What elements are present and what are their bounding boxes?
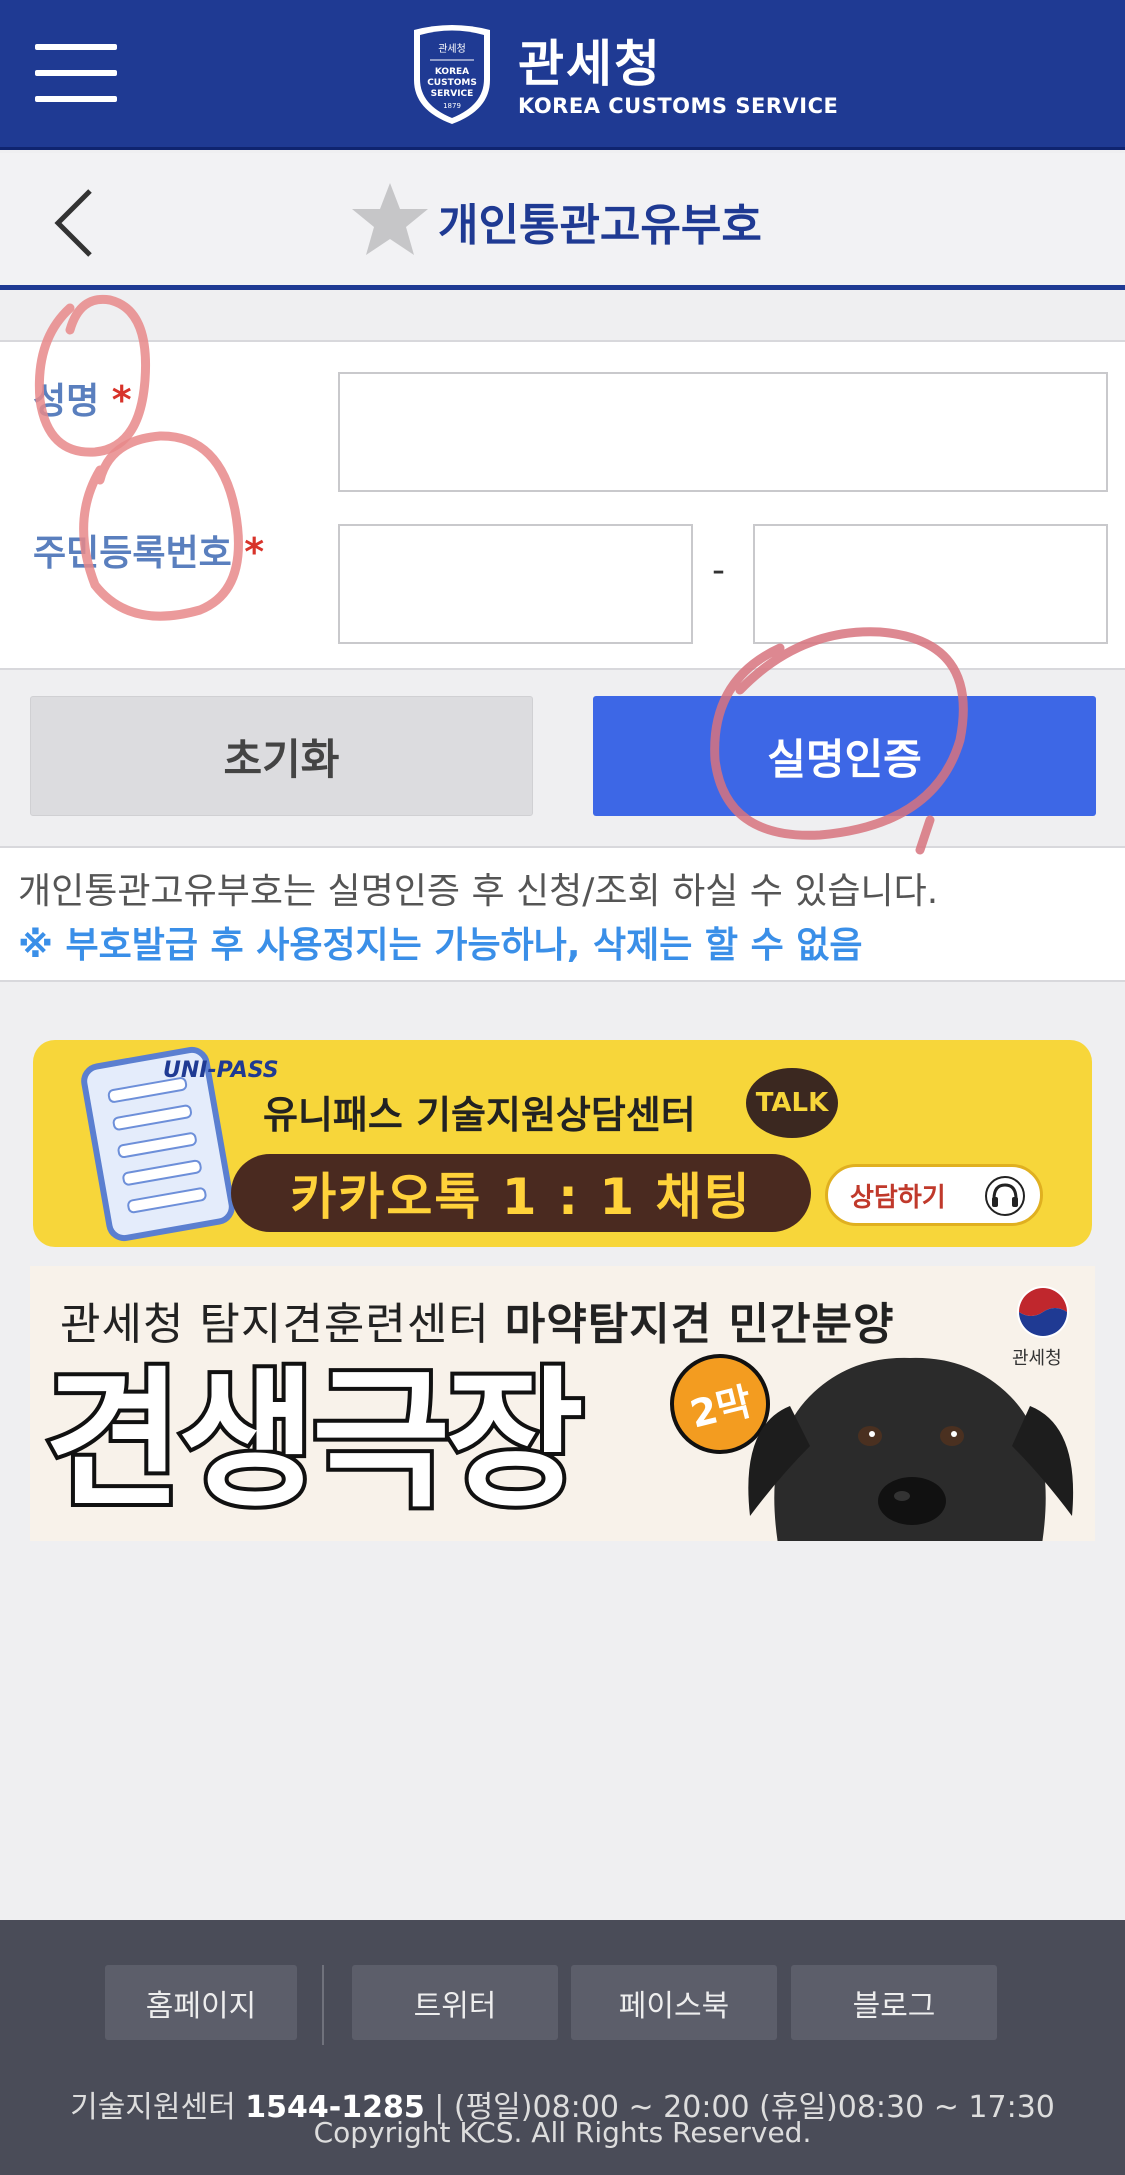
page-title: 개인통관고유부호 <box>438 200 762 251</box>
required-mark: * <box>244 530 265 574</box>
unipass-logo: UNI-PASS <box>163 1058 279 1083</box>
footer-divider <box>322 1965 324 2045</box>
consult-button[interactable]: 상담하기 <box>825 1164 1043 1226</box>
menu-bar-middle <box>35 70 117 76</box>
favorite-star-icon[interactable] <box>350 179 430 259</box>
footer-link-facebook[interactable]: 페이스북 <box>571 1965 777 2040</box>
info-notice: ※ 부호발급 후 사용정지는 가능하나, 삭제는 할 수 없음 <box>18 925 863 966</box>
banner2-headline-plain: 관세청 탐지견훈련센터 <box>60 1299 505 1350</box>
top-header: 관세청 KOREA CUSTOMS SERVICE 1879 관세청 KOREA… <box>0 0 1125 150</box>
detection-dog-banner[interactable]: 관세청 탐지견훈련센터 마약탐지견 민간분양 견생극장 2막 관세청 <box>30 1266 1095 1541</box>
name-label: 성명 * <box>33 372 132 424</box>
banner-title: 유니패스 기술지원상담센터 <box>263 1093 696 1137</box>
back-chevron-icon[interactable] <box>50 183 100 263</box>
talk-badge: TALK <box>746 1068 838 1138</box>
required-mark: * <box>111 378 132 422</box>
svg-text:KOREA: KOREA <box>435 67 469 77</box>
footer-link-blog[interactable]: 블로그 <box>791 1965 997 2040</box>
menu-bar-bottom <box>35 96 117 102</box>
footer-link-twitter[interactable]: 트위터 <box>352 1965 558 2040</box>
rrn-front-input[interactable] <box>338 524 693 644</box>
kakao-chat-banner[interactable]: UNI-PASS 유니패스 기술지원상담센터 TALK 카카오톡 1 : 1 채… <box>33 1040 1092 1247</box>
verify-name-button[interactable]: 실명인증 <box>593 696 1096 816</box>
rrn-dash: - <box>712 550 725 591</box>
brand-name-korean: 관세청 <box>518 35 662 93</box>
name-label-text: 성명 <box>33 381 100 422</box>
menu-bar-top <box>35 44 117 50</box>
svg-text:1879: 1879 <box>443 102 461 110</box>
svg-text:CUSTOMS: CUSTOMS <box>427 78 477 88</box>
site-footer: 홈페이지 트위터 페이스북 블로그 기술지원센터 1544-1285 | (평일… <box>0 1920 1125 2175</box>
rrn-label: 주민등록번호 * <box>33 524 264 576</box>
svg-text:SERVICE: SERVICE <box>431 89 474 99</box>
banner2-big-title: 견생극장 <box>40 1354 588 1528</box>
footer-link-homepage[interactable]: 홈페이지 <box>105 1965 297 2040</box>
kakao-chat-pill: 카카오톡 1 : 1 채팅 <box>231 1154 811 1232</box>
brand-name-english: KOREA CUSTOMS SERVICE <box>518 94 839 118</box>
name-input[interactable] <box>338 372 1108 492</box>
copyright: Copyright KCS. All Rights Reserved. <box>313 2116 812 2149</box>
hamburger-menu-icon[interactable] <box>35 40 117 106</box>
page-title-bar: 개인통관고유부호 <box>0 153 1125 290</box>
headset-icon <box>985 1176 1025 1216</box>
dog-illustration <box>748 1357 1074 1541</box>
rrn-back-input[interactable] <box>753 524 1108 644</box>
consult-button-label: 상담하기 <box>850 1182 946 1213</box>
info-box: 개인통관고유부호는 실명인증 후 신청/조회 하실 수 있습니다. ※ 부호발급… <box>0 846 1125 982</box>
svg-text:관세청: 관세청 <box>438 43 466 55</box>
info-text: 개인통관고유부호는 실명인증 후 신청/조회 하실 수 있습니다. <box>18 871 939 912</box>
customs-emblem-logo[interactable]: 관세청 KOREA CUSTOMS SERVICE 1879 <box>408 22 496 126</box>
identity-form: 성명 * 주민등록번호 * - <box>0 340 1125 670</box>
rrn-label-text: 주민등록번호 <box>33 533 232 574</box>
reset-button[interactable]: 초기화 <box>30 696 533 816</box>
